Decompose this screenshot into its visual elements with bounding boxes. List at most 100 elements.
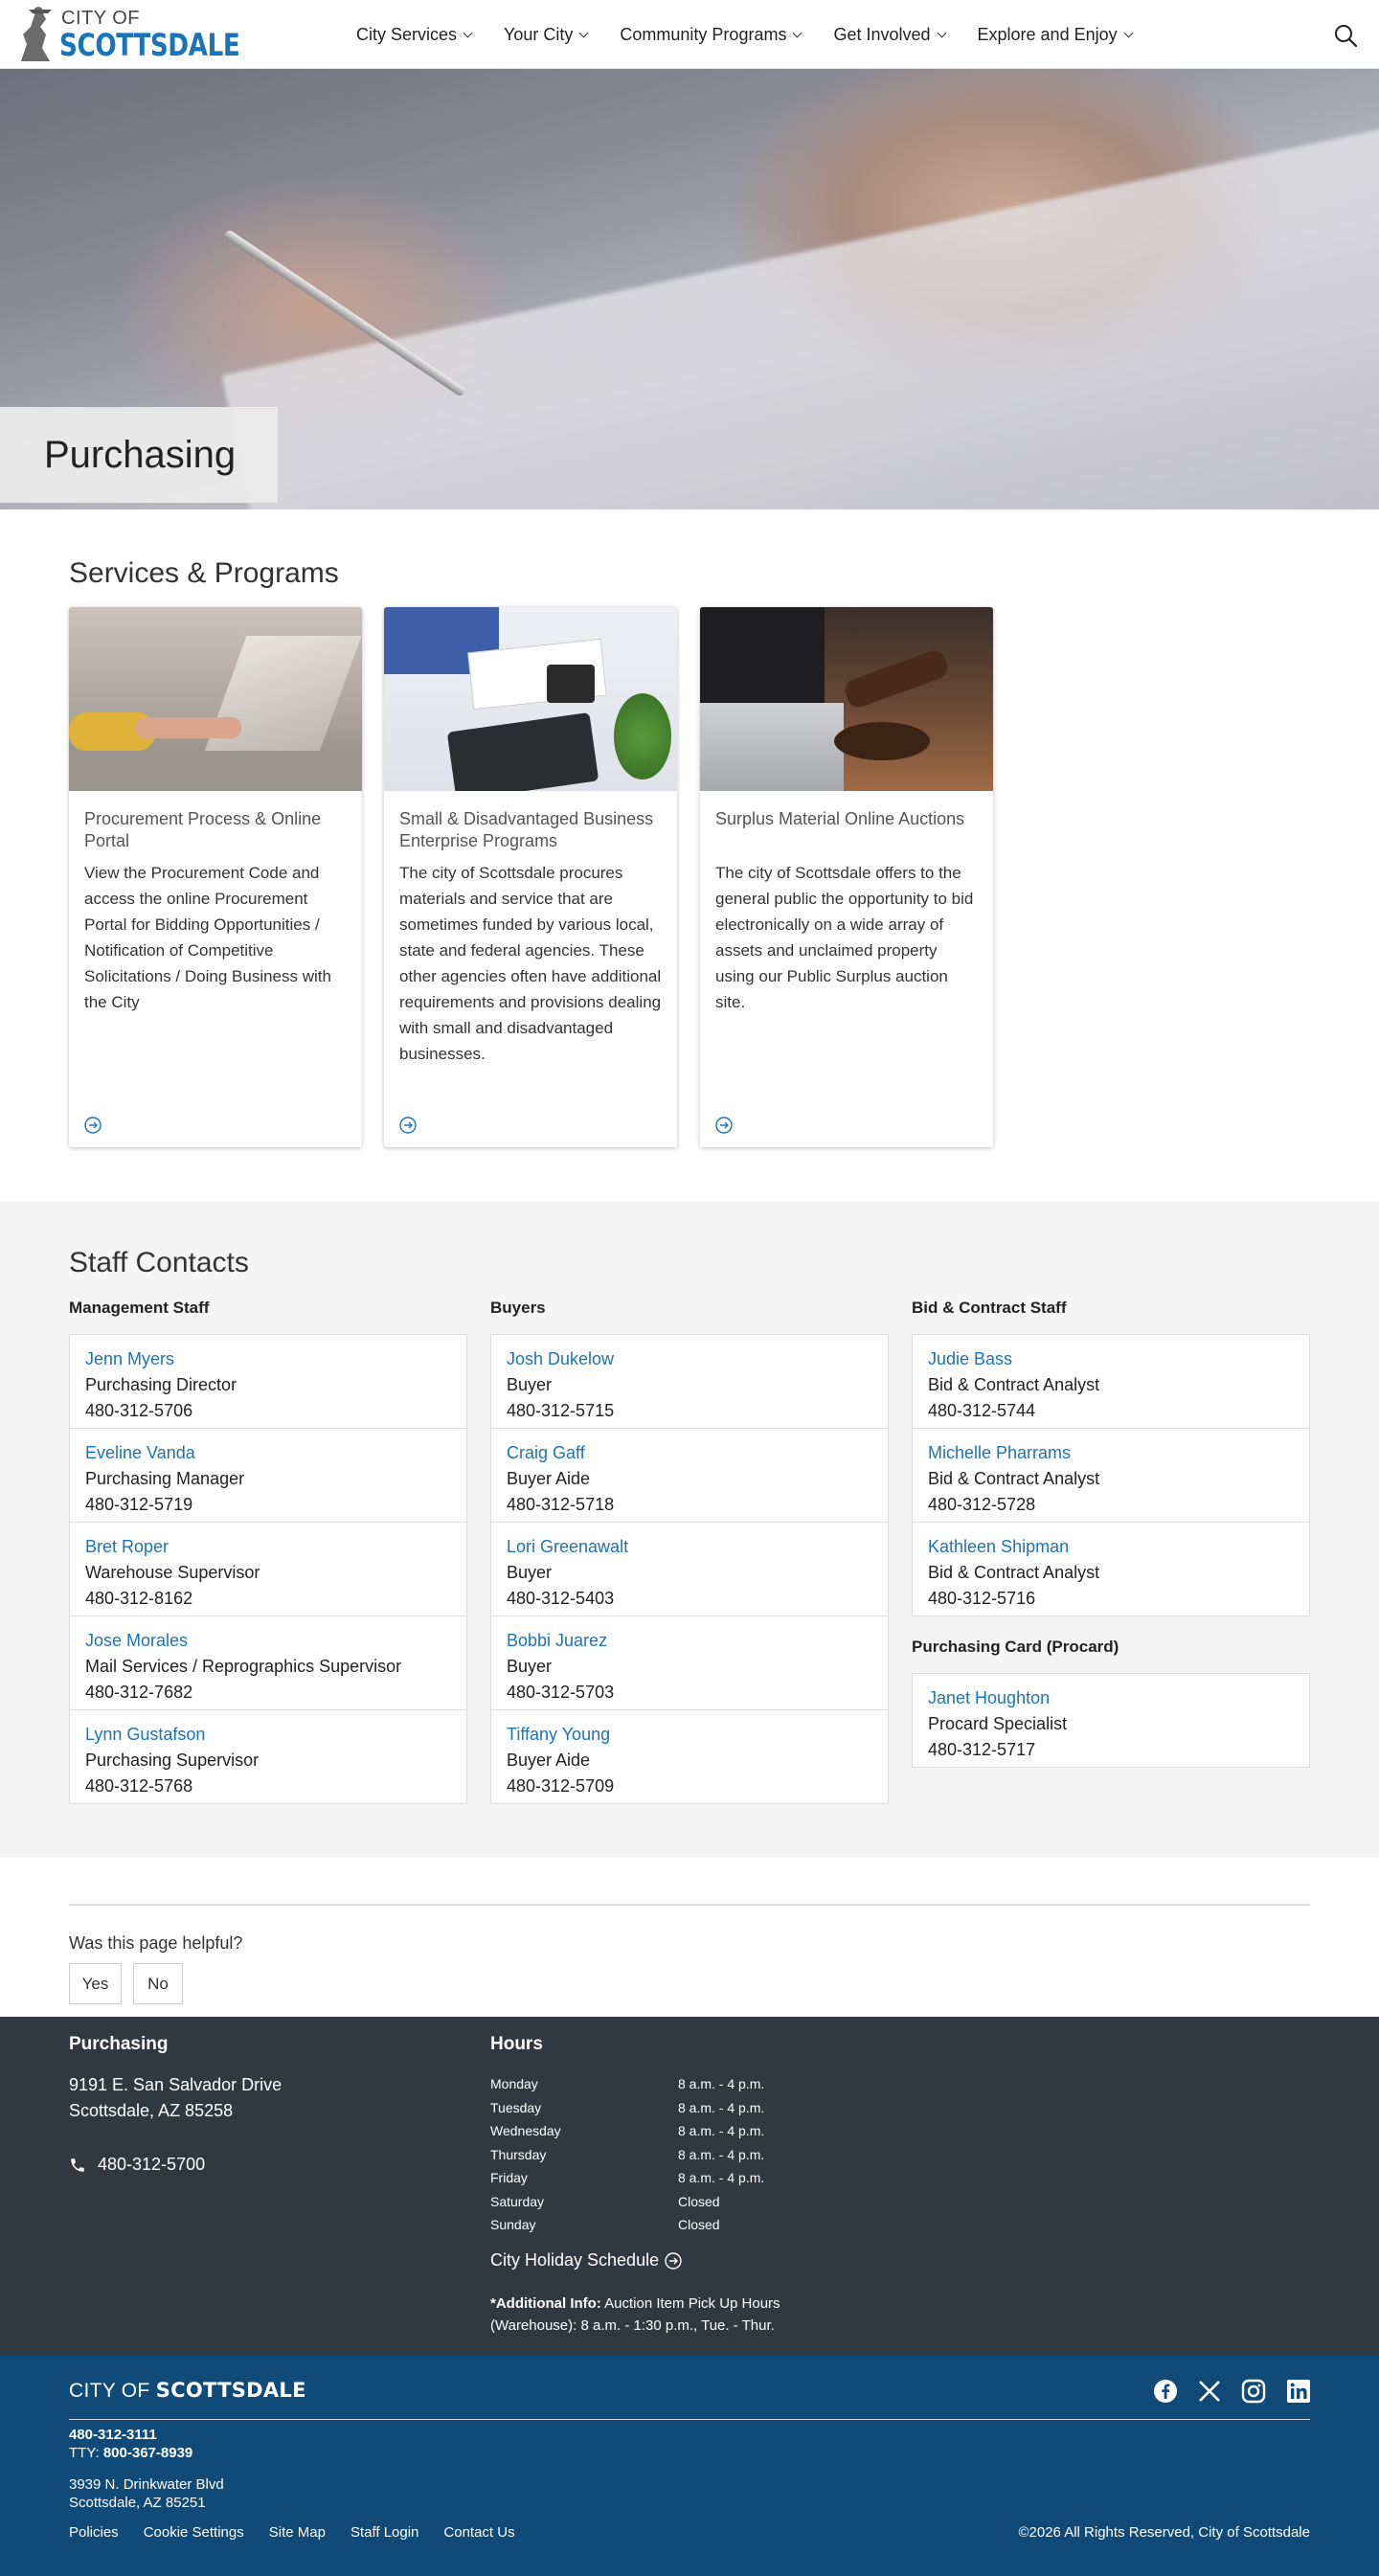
contact-phone: 480-312-5716 <box>928 1589 1036 1608</box>
service-card-small-business[interactable]: Small & Disadvantaged Business Enterpris… <box>384 607 677 1147</box>
hours-row: Saturday Closed <box>490 2190 797 2214</box>
contact-name[interactable]: Josh Dukelow <box>507 1346 872 1372</box>
card-description: View the Procurement Code and access the… <box>84 864 331 1011</box>
hours-time: 8 a.m. - 4 p.m. <box>678 2123 765 2139</box>
contact-title: Purchasing Supervisor <box>85 1751 260 1770</box>
contact-name[interactable]: Jose Morales <box>85 1628 451 1654</box>
nav-community-programs[interactable]: Community Programs <box>620 25 803 45</box>
nav-label: Get Involved <box>833 24 931 44</box>
copyright: ©2026 All Rights Reserved, City of Scott… <box>1018 2524 1310 2541</box>
arrow-circle-right-icon[interactable] <box>715 1117 733 1134</box>
holiday-link-label: City Holiday Schedule <box>490 2250 660 2270</box>
chevron-down-icon <box>937 28 946 37</box>
contact-title: Buyer <box>507 1563 553 1582</box>
logo-scottsdale: SCOTTSDALE <box>59 27 240 63</box>
site-footer: CITY OF SCOTTSDALE 480-312-3111 TTY: 800… <box>0 2356 1379 2576</box>
card-title: Surplus Material Online Auctions <box>715 809 965 828</box>
arrow-circle-right-icon[interactable] <box>84 1117 102 1134</box>
contact-name[interactable]: Lynn Gustafson <box>85 1722 451 1748</box>
phone-number: 480-312-5700 <box>98 2155 206 2174</box>
contact-name[interactable]: Bret Roper <box>85 1534 451 1560</box>
hours-time: Closed <box>678 2193 720 2209</box>
feedback-question: Was this page helpful? <box>69 1933 243 1953</box>
tty-number[interactable]: 800-367-8939 <box>103 2445 192 2461</box>
additional-info-label: *Additional Info: <box>490 2295 601 2312</box>
contact-card: Judie Bass Bid & Contract Analyst 480-312-… <box>912 1334 1310 1429</box>
contact-name[interactable]: Eveline Vanda <box>85 1440 451 1466</box>
contact-phone: 480-312-8162 <box>85 1589 193 1608</box>
contact-name[interactable]: Judie Bass <box>928 1346 1294 1372</box>
nav-explore-and-enjoy[interactable]: Explore and Enjoy <box>978 25 1134 45</box>
contact-title: Purchasing Manager <box>85 1469 245 1488</box>
contact-name[interactable]: Kathleen Shipman <box>928 1534 1294 1560</box>
nav-city-services[interactable]: City Services <box>356 24 473 45</box>
nav-get-involved[interactable]: Get Involved <box>833 24 946 45</box>
chevron-down-icon <box>463 28 473 37</box>
hours-row: Tuesday 8 a.m. - 4 p.m. <box>490 2096 797 2120</box>
yes-button[interactable]: Yes <box>69 1963 122 2004</box>
services-section: Services & Programs Procurement Process … <box>0 509 1379 1201</box>
contact-title: Bid & Contract Analyst <box>928 1469 1100 1488</box>
contact-name[interactable]: Craig Gaff <box>507 1440 872 1466</box>
contact-phone: 480-312-5744 <box>928 1401 1036 1420</box>
page-title: Purchasing <box>44 433 237 476</box>
contact-card: Bobbi Juarez Buyer 480-312-5703 <box>490 1616 889 1710</box>
address-line: 3939 N. Drinkwater Blvd <box>69 2476 224 2493</box>
department-info: Purchasing 9191 E. San Salvador Drive Sc… <box>0 2017 1379 2356</box>
footer-link-contact-us[interactable]: Contact Us <box>443 2524 514 2541</box>
city-logo[interactable]: CITY OF SCOTTSDALE <box>13 6 240 65</box>
services-title: Services & Programs <box>69 557 339 589</box>
footer-link-staff-login[interactable]: Staff Login <box>350 2524 418 2541</box>
hours-day: Monday <box>490 2076 538 2092</box>
hero-banner: Purchasing <box>0 69 1379 509</box>
contact-name[interactable]: Bobbi Juarez <box>507 1628 872 1654</box>
contact-phone: 480-312-5718 <box>507 1495 615 1514</box>
contact-title: Bid & Contract Analyst <box>928 1375 1100 1394</box>
nav-label: City Services <box>356 24 458 44</box>
nav-your-city[interactable]: Your City <box>504 24 589 45</box>
hours-time: 8 a.m. - 4 p.m. <box>678 2076 765 2092</box>
arrow-circle-right-icon <box>665 2251 682 2270</box>
contact-name[interactable]: Tiffany Young <box>507 1722 872 1748</box>
cowboy-logo-icon <box>21 7 52 61</box>
column-heading: Purchasing Card (Procard) <box>912 1638 1119 1656</box>
contact-title: Bid & Contract Analyst <box>928 1563 1100 1582</box>
column-heading: Buyers <box>490 1299 546 1317</box>
footer-link-policies[interactable]: Policies <box>69 2524 119 2541</box>
contact-phone: 480-312-7682 <box>85 1683 193 1702</box>
contact-card: Bret Roper Warehouse Supervisor 480-312-81… <box>69 1522 467 1616</box>
service-card-procurement[interactable]: Procurement Process & Online Portal View… <box>69 607 362 1147</box>
service-card-surplus-auctions[interactable]: Surplus Material Online Auctions The cit… <box>700 607 993 1147</box>
hours-day: Sunday <box>490 2217 536 2233</box>
holiday-schedule-link[interactable]: City Holiday Schedule <box>490 2250 682 2271</box>
contact-name[interactable]: Michelle Pharrams <box>928 1440 1294 1466</box>
contact-title: Procard Specialist <box>928 1714 1068 1733</box>
facebook-icon[interactable] <box>1153 2379 1178 2404</box>
footer-link-cookie-settings[interactable]: Cookie Settings <box>144 2524 244 2541</box>
instagram-icon[interactable] <box>1241 2379 1266 2404</box>
footer-tty: TTY: 800-367-8939 <box>69 2445 192 2461</box>
contact-name[interactable]: Lori Greenawalt <box>507 1534 872 1560</box>
linkedin-icon[interactable] <box>1286 2379 1311 2404</box>
contact-name[interactable]: Janet Houghton <box>928 1685 1294 1711</box>
nav-label: Your City <box>504 24 574 44</box>
site-header: CITY OF SCOTTSDALE City Services Your Ci… <box>0 0 1379 69</box>
card-title: Small & Disadvantaged Business Enterpris… <box>399 809 654 850</box>
card-description: The city of Scottsdale procures material… <box>399 864 662 1063</box>
hours-time: Closed <box>678 2217 720 2233</box>
x-icon[interactable] <box>1197 2379 1222 2404</box>
contact-card: Kathleen Shipman Bid & Contract Analyst 48… <box>912 1522 1310 1616</box>
department-phone[interactable]: 480-312-5700 <box>69 2155 205 2175</box>
footer-phone[interactable]: 480-312-3111 <box>69 2427 157 2443</box>
footer-logo[interactable]: CITY OF SCOTTSDALE <box>69 2379 306 2403</box>
contact-card: Janet Houghton Procard Specialist 480-312-… <box>912 1673 1310 1768</box>
buyers-column: Buyers Josh Dukelow Buyer 480-312-5715 Crai… <box>490 1299 889 1804</box>
arrow-circle-right-icon[interactable] <box>399 1117 417 1134</box>
feedback-section: Was this page helpful? Yes No <box>0 1858 1379 2017</box>
footer-link-site-map[interactable]: Site Map <box>269 2524 326 2541</box>
no-button[interactable]: No <box>133 1963 183 2004</box>
hours-time: 8 a.m. - 4 p.m. <box>678 2170 765 2186</box>
search-icon[interactable] <box>1333 23 1358 48</box>
card-title: Procurement Process & Online Portal <box>84 809 322 850</box>
contact-name[interactable]: Jenn Myers <box>85 1346 451 1372</box>
